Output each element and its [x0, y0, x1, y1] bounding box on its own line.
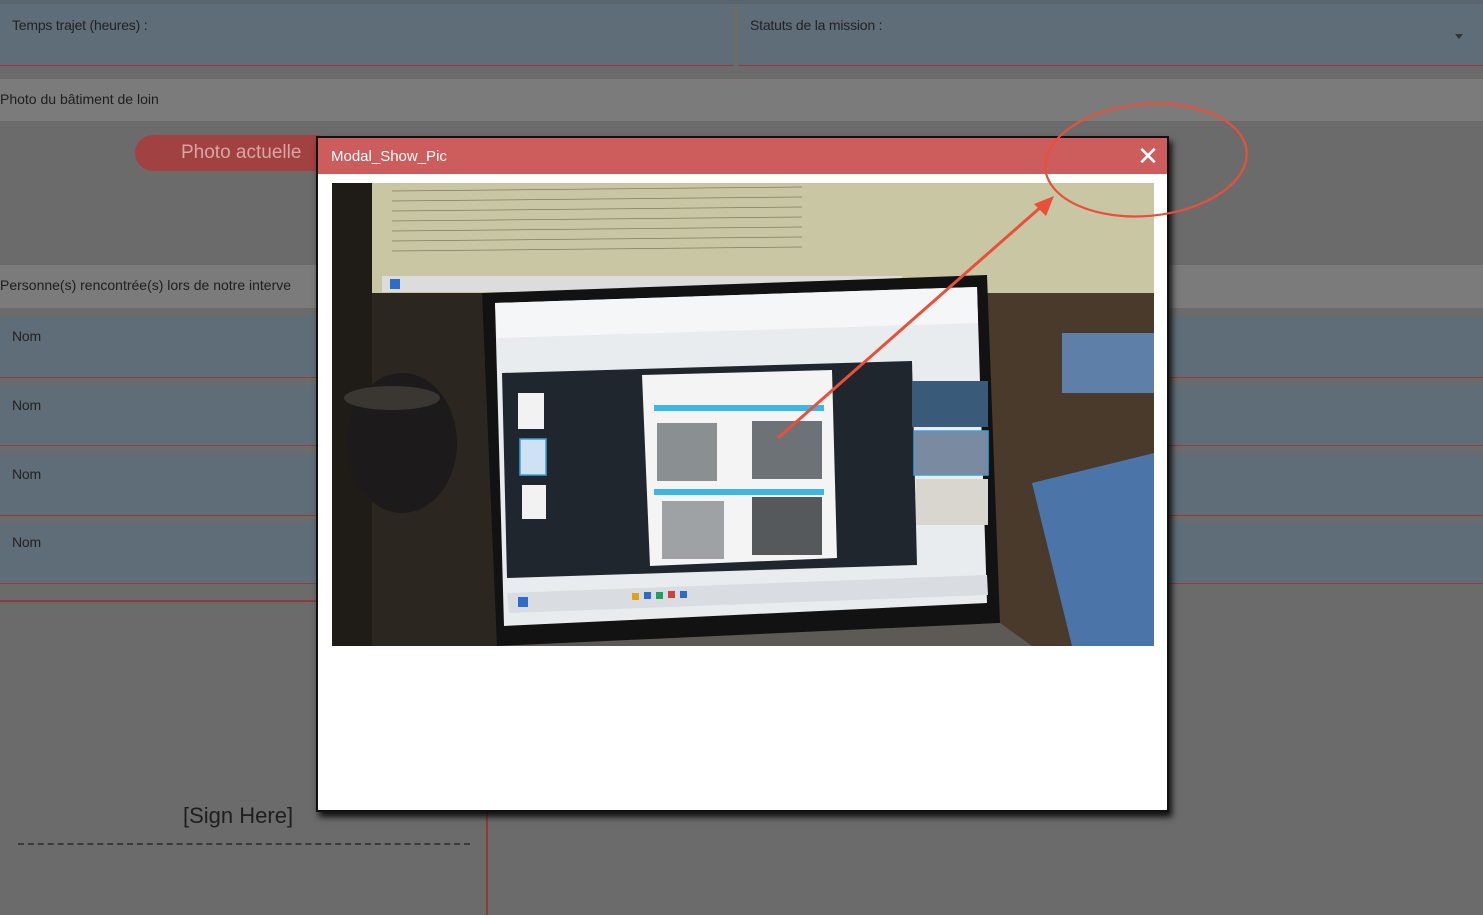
name-field-label: Nom	[12, 397, 41, 413]
show-pic-modal: Modal_Show_Pic ✕	[316, 136, 1169, 812]
travel-time-label: Temps trajet (heures) :	[12, 17, 148, 33]
chevron-down-icon	[1455, 34, 1463, 39]
section-divider	[0, 600, 320, 602]
far-photo-section-header: Photo du bâtiment de loin	[0, 79, 1483, 121]
photo-illustration	[332, 183, 1154, 646]
people-section-title: Personne(s) rencontrée(s) lors de notre …	[0, 277, 292, 293]
name-field-label: Nom	[12, 534, 41, 550]
mission-status-label: Statuts de la mission :	[750, 17, 883, 33]
signature-line	[18, 843, 470, 845]
column-divider	[486, 812, 488, 915]
name-field-label: Nom	[12, 328, 41, 344]
name-field-label: Nom	[12, 466, 41, 482]
modal-photo	[332, 183, 1154, 646]
close-icon[interactable]: ✕	[1135, 143, 1161, 169]
current-photo-button[interactable]: Photo actuelle	[135, 135, 335, 171]
far-photo-section-title: Photo du bâtiment de loin	[0, 91, 159, 107]
travel-time-field[interactable]: Temps trajet (heures) :	[0, 4, 734, 66]
mission-status-select[interactable]: Statuts de la mission :	[738, 4, 1483, 66]
modal-header: Modal_Show_Pic ✕	[318, 138, 1167, 174]
signature-placeholder[interactable]: [Sign Here]	[183, 803, 293, 829]
modal-title: Modal_Show_Pic	[331, 148, 447, 165]
